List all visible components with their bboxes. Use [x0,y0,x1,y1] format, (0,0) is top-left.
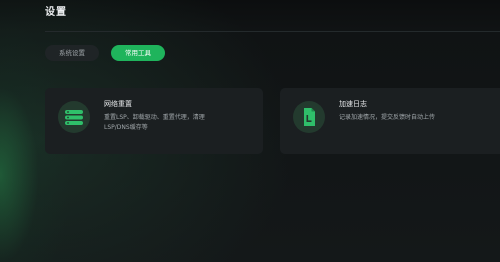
tool-title: 加速日志 [339,100,367,108]
tool-title: 网络重置 [104,100,132,108]
tool-card-acceleration-log[interactable]: 加速日志 记录加速情况，提交反馈时自动上传 [280,88,500,154]
tool-description: 重置LSP、卸载驱动、重置代理，清理LSP/DNS缓存等 [104,114,205,131]
tool-description: 记录加速情况，提交反馈时自动上传 [339,114,436,121]
tool-card-network-reset[interactable]: 网络重置 重置LSP、卸载驱动、重置代理，清理LSP/DNS缓存等 [45,88,263,154]
tab-common-tools[interactable]: 常用工具 [111,45,165,61]
header-divider [45,31,500,32]
tab-bar: 系统设置 常用工具 [45,45,165,61]
log-file-icon [293,101,325,133]
network-reset-icon [58,101,90,133]
tab-system-settings[interactable]: 系统设置 [45,45,99,61]
page-title: 设置 [45,7,67,18]
